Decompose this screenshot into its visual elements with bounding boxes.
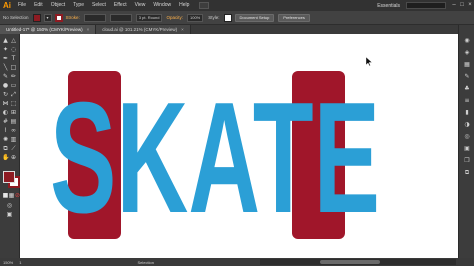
zoom-icon[interactable]: ⊕ [10, 154, 17, 161]
maximize-icon[interactable]: □ [458, 2, 466, 9]
gradient-icon[interactable]: ▤ [10, 118, 17, 125]
free-transform-icon[interactable]: ⬚ [10, 100, 17, 107]
graphic-styles-icon[interactable]: ▣ [463, 145, 471, 153]
help-search-input[interactable] [406, 2, 446, 9]
eyedropper-icon[interactable]: ⌇ [2, 127, 9, 134]
rotate-icon[interactable]: ↻ [2, 91, 9, 98]
blend-icon[interactable]: ∞ [10, 127, 17, 134]
menu-object[interactable]: Object [47, 0, 69, 11]
hand-icon[interactable]: ✋ [2, 154, 9, 161]
artboard-canvas[interactable]: SKATE [20, 34, 458, 258]
graph-icon[interactable]: ▥ [10, 136, 17, 143]
document-tabs: Untitled-17* @ 150% (CMYK/Preview) × clou… [0, 25, 474, 34]
preferences-button[interactable]: Preferences [278, 13, 310, 22]
pen-icon[interactable]: ✒ [2, 55, 9, 62]
tab-untitled-17[interactable]: Untitled-17* @ 150% (CMYK/Preview) × [0, 25, 97, 34]
stroke-panel-icon[interactable]: ≡ [463, 97, 471, 105]
tab-label: cloud.ai @ 101.21% (CMYK/Preview) [102, 27, 178, 32]
menu-window[interactable]: Window [149, 0, 175, 11]
menu-view[interactable]: View [131, 0, 150, 11]
workspace-switcher[interactable]: Essentials [377, 3, 406, 9]
eraser-icon[interactable]: ▭ [10, 82, 17, 89]
opacity-input[interactable]: 100% [187, 13, 204, 22]
menu-type[interactable]: Type [69, 0, 88, 11]
color-panel-icon[interactable]: ◉ [463, 37, 471, 45]
menu-edit[interactable]: Edit [30, 0, 47, 11]
stroke-label[interactable]: Stroke: [64, 15, 82, 20]
menu-file[interactable]: File [14, 0, 30, 11]
fill-color-box[interactable] [3, 171, 15, 183]
layers-icon[interactable]: ❐ [463, 157, 471, 165]
shape-builder-icon[interactable]: ◐ [2, 109, 9, 116]
appearance-icon[interactable]: ◎ [463, 133, 471, 141]
scrollbar-thumb[interactable] [320, 260, 380, 264]
tab-close-icon[interactable]: × [87, 27, 90, 32]
magic-wand-icon[interactable]: ✦ [2, 46, 9, 53]
bridge-button[interactable] [199, 2, 210, 9]
stroke-color-swatch[interactable] [54, 13, 63, 22]
artboard-icon[interactable]: ⧉ [2, 145, 9, 152]
gradient-panel-icon[interactable]: ▮ [463, 109, 471, 117]
close-icon[interactable]: × [466, 2, 474, 9]
lasso-icon[interactable]: ◌ [10, 46, 17, 53]
horizontal-scrollbar[interactable] [260, 259, 456, 265]
style-swatch[interactable] [223, 13, 232, 22]
opacity-label[interactable]: Opacity: [164, 15, 185, 20]
rectangle-icon[interactable]: □ [10, 64, 17, 71]
stroke-weight-dropdown[interactable] [83, 13, 106, 22]
menu-select[interactable]: Select [88, 0, 110, 11]
menu-effect[interactable]: Effect [110, 0, 131, 11]
brushes-icon[interactable]: ✎ [463, 73, 471, 81]
mouse-cursor-icon [366, 57, 372, 66]
minimize-icon[interactable]: – [450, 2, 458, 9]
document-setup-button[interactable]: Document Setup [234, 13, 275, 22]
perspective-icon[interactable]: ⊞ [10, 109, 17, 116]
brush-dropdown[interactable]: 3 pt. Round [135, 13, 163, 22]
skate-text[interactable]: SKATE [50, 70, 380, 246]
pencil-icon[interactable]: ✏ [10, 73, 17, 80]
skate-artwork[interactable]: SKATE [20, 34, 458, 258]
symbols-icon[interactable]: ♣ [463, 85, 471, 93]
direct-select-arrow-icon[interactable]: △ [10, 37, 17, 44]
color-guide-icon[interactable]: ◈ [463, 49, 471, 57]
panel-dock: ◉ ◈ ▦ ✎ ♣ ≡ ▮ ◑ ◎ ▣ ❐ ⧉ [458, 25, 474, 258]
tab-label: Untitled-17* @ 150% (CMYK/Preview) [6, 27, 83, 32]
type-icon[interactable]: T [10, 55, 17, 62]
slice-icon[interactable]: ⟋ [10, 145, 17, 152]
style-label: Style: [208, 15, 220, 20]
menu-help[interactable]: Help [175, 0, 193, 11]
menu-bar: Ai File Edit Object Type Select Effect V… [0, 0, 474, 11]
mesh-icon[interactable]: # [2, 118, 9, 125]
artboards-icon[interactable]: ⧉ [463, 169, 471, 177]
draw-mode-icon[interactable]: ◎ [6, 202, 13, 209]
transparency-icon[interactable]: ◑ [463, 121, 471, 129]
variable-width-dropdown[interactable] [109, 13, 132, 22]
app-logo: Ai [3, 1, 11, 10]
symbol-sprayer-icon[interactable]: ✺ [2, 136, 9, 143]
line-icon[interactable]: ╲ [2, 64, 9, 71]
blob-brush-icon[interactable]: ● [2, 82, 9, 89]
control-bar: No Selection ▾ Stroke: 3 pt. Round Opaci… [0, 11, 474, 25]
zoom-level[interactable]: 150% [0, 260, 16, 265]
screen-mode-icon[interactable]: ▣ [6, 211, 13, 218]
paintbrush-icon[interactable]: ✎ [2, 73, 9, 80]
tab-cloud[interactable]: cloud.ai @ 101.21% (CMYK/Preview) × [96, 25, 191, 34]
fill-dropdown[interactable]: ▾ [43, 13, 52, 22]
selection-arrow-icon[interactable]: ▲ [2, 37, 9, 44]
tab-close-icon[interactable]: × [181, 27, 184, 32]
width-icon[interactable]: ⋈ [2, 100, 9, 107]
current-tool: Selection [137, 259, 154, 265]
swatches-icon[interactable]: ▦ [463, 61, 471, 69]
scale-icon[interactable]: ⤢ [10, 91, 17, 98]
selection-status: No Selection [3, 15, 29, 20]
illustrator-window: Ai File Edit Object Type Select Effect V… [0, 0, 474, 266]
fill-color-swatch[interactable] [32, 13, 41, 22]
page-number[interactable]: 1 [16, 260, 24, 265]
tools-panel: ▲ △ ✦ ◌ ✒ T ╲ □ ✎ ✏ ● ▭ ↻ ⤢ ⋈ ⬚ ◐ ⊞ # ▤ … [0, 34, 20, 258]
